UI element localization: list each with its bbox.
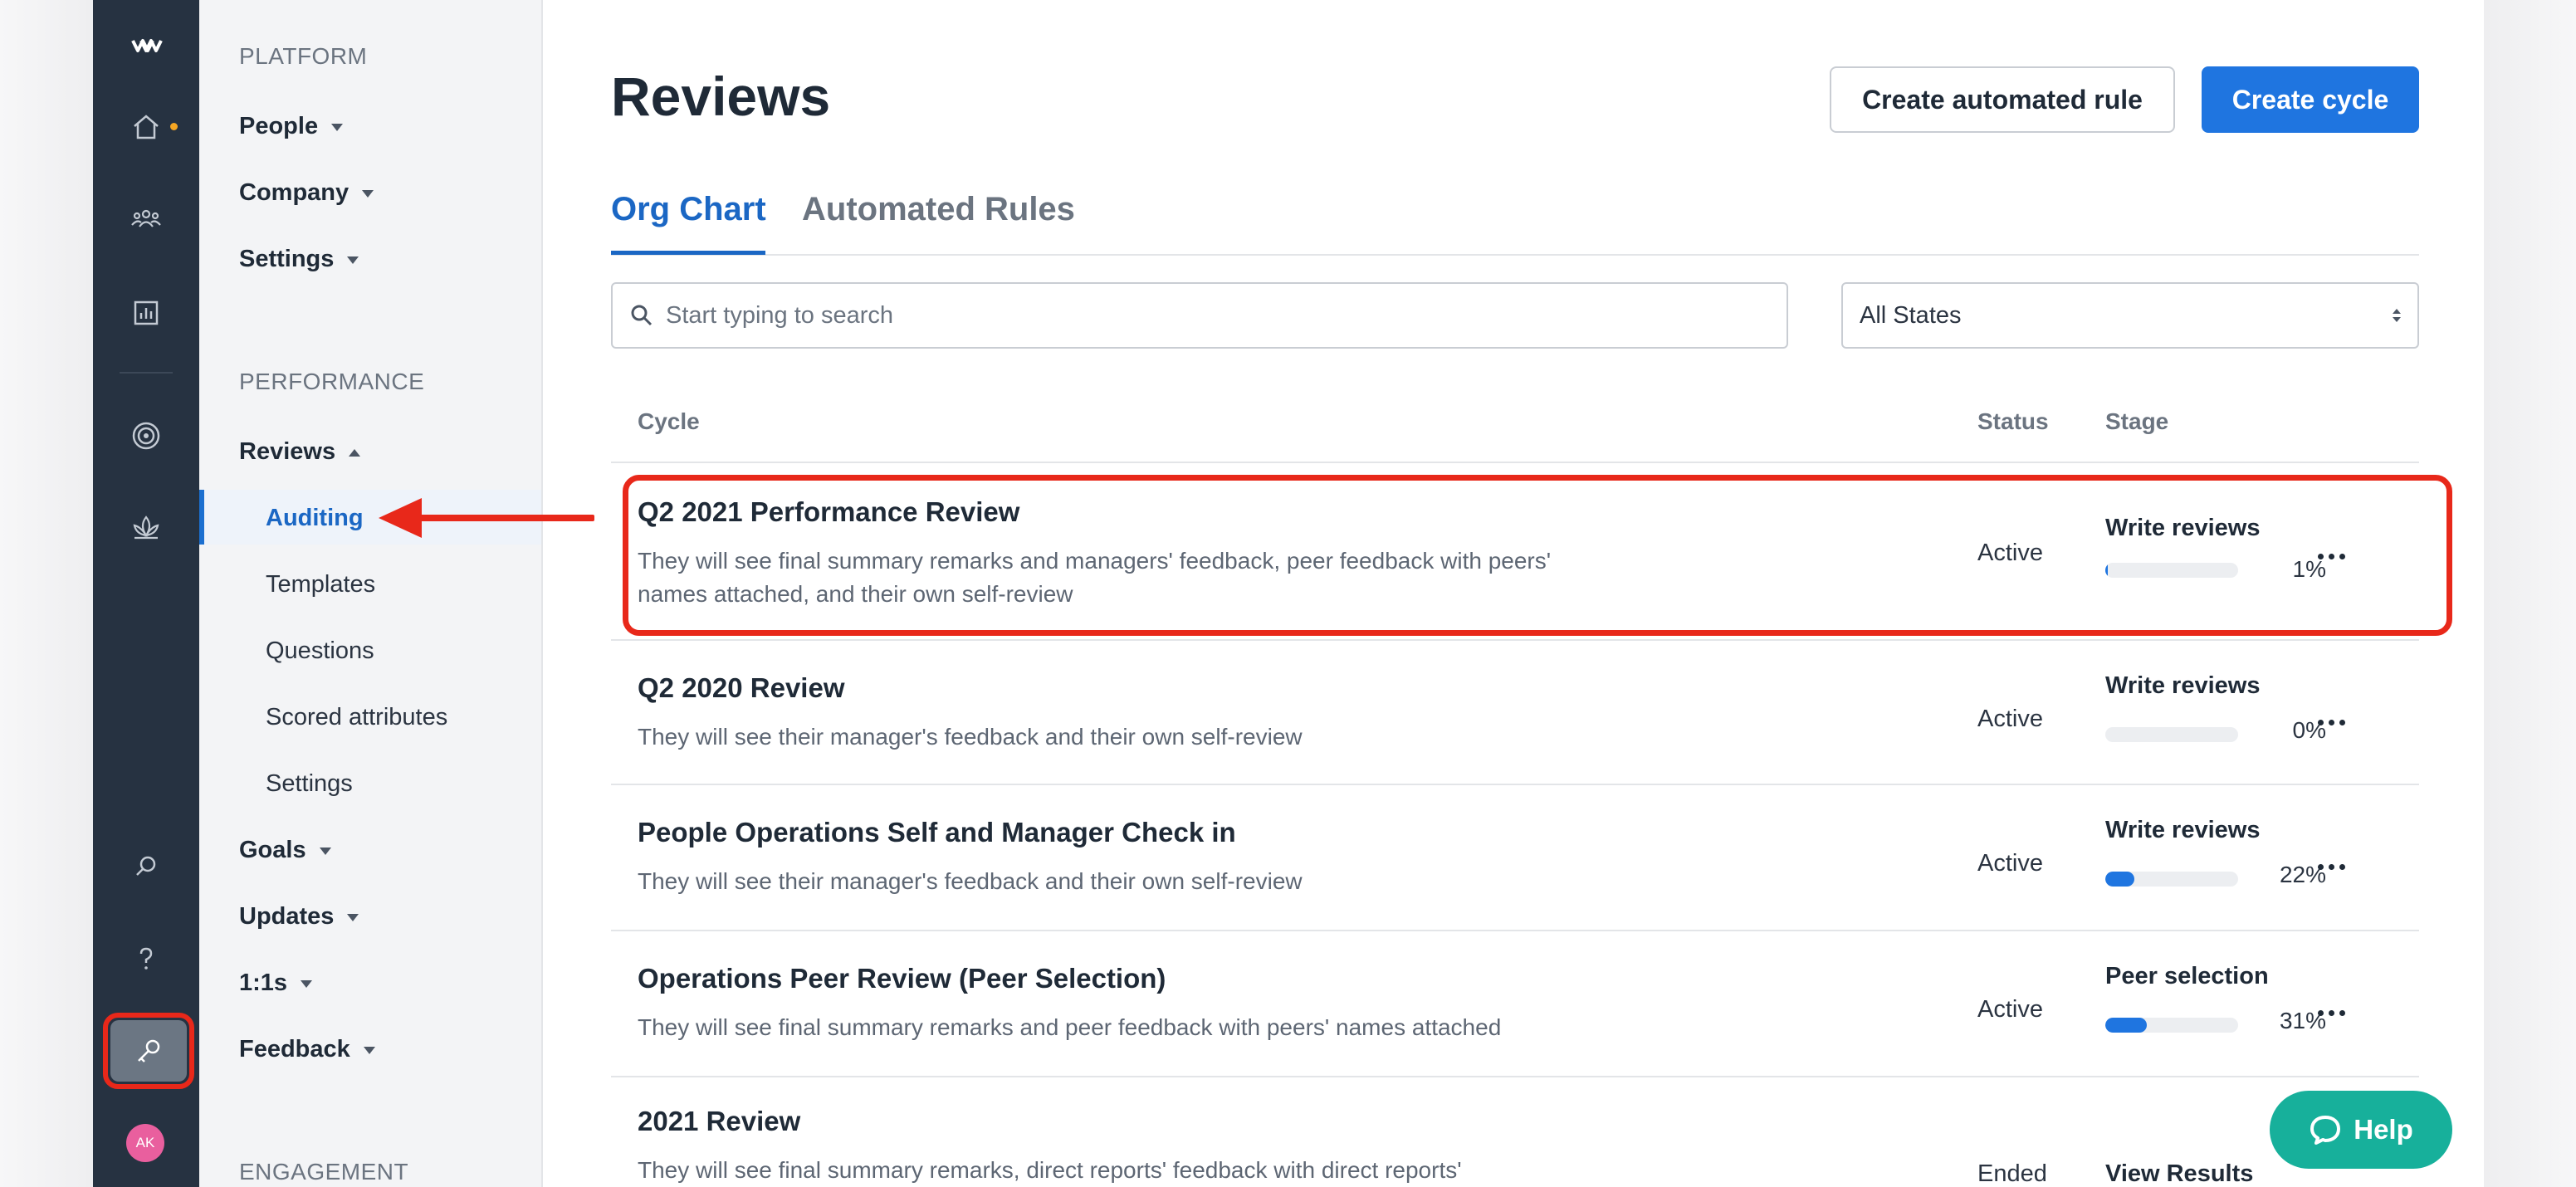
active-item-indicator [199, 490, 204, 545]
chevron-down-icon [363, 1047, 375, 1054]
progress-bar [2105, 872, 2238, 887]
tab-org-chart[interactable]: Org Chart [611, 191, 766, 228]
page-title: Reviews [611, 66, 831, 127]
nav-item-label: Updates [239, 903, 335, 930]
icon-rail [93, 0, 199, 1187]
right-gutter [2484, 0, 2576, 1187]
table-row[interactable]: 2021 Review They will see final summary … [611, 1077, 2419, 1187]
column-header-stage[interactable]: Stage [2105, 408, 2168, 435]
more-options-icon[interactable] [2308, 706, 2354, 739]
logo-icon[interactable] [93, 17, 199, 75]
cycle-description: They will see final summary remarks and … [638, 1014, 1502, 1040]
cycle-name[interactable]: People Operations Self and Manager Check… [638, 817, 1236, 848]
stage-label: Peer selection [2105, 963, 2269, 989]
help-label: Help [2354, 1114, 2413, 1145]
analytics-icon[interactable] [93, 284, 199, 342]
arrow-annotation-head [379, 498, 422, 538]
chevron-down-icon [301, 980, 313, 988]
home-icon[interactable] [93, 98, 199, 156]
row-highlight-annotation [623, 475, 2452, 636]
admin-highlight-annotation [103, 1013, 194, 1089]
table-row[interactable]: People Operations Self and Manager Check… [611, 785, 2419, 931]
nav-subitem-settings[interactable]: Settings [266, 770, 353, 798]
nav-item-label: Feedback [239, 1036, 350, 1062]
status-text: Active [1977, 850, 2043, 877]
create-cycle-button[interactable]: Create cycle [2202, 66, 2419, 133]
nav-item-feedback[interactable]: Feedback [239, 1036, 375, 1063]
progress-bar [2105, 727, 2238, 742]
chevron-down-icon [331, 124, 344, 131]
progress-fill [2105, 872, 2135, 887]
nav-item-label: Reviews [239, 438, 336, 465]
table-row[interactable]: Operations Peer Review (Peer Selection) … [611, 931, 2419, 1077]
column-header-status[interactable]: Status [1977, 408, 2049, 435]
column-header-cycle[interactable]: Cycle [638, 408, 700, 435]
section-platform: PLATFORM [239, 43, 368, 69]
nav-item-one-on-ones[interactable]: 1:1s [239, 970, 313, 997]
cycle-name[interactable]: Operations Peer Review (Peer Selection) [638, 963, 1166, 994]
nav-subitem-questions[interactable]: Questions [266, 637, 374, 665]
nav-subitem-templates[interactable]: Templates [266, 571, 375, 598]
chevron-down-icon [347, 914, 359, 921]
search-field[interactable] [611, 282, 1788, 349]
nav-item-updates[interactable]: Updates [239, 903, 359, 931]
stage-label: Write reviews [2105, 817, 2261, 843]
status-text: Active [1977, 706, 2043, 732]
state-filter-value: All States [1860, 301, 1962, 329]
chevron-down-icon [319, 848, 331, 855]
search-input[interactable] [666, 301, 1745, 330]
nav-item-reviews[interactable]: Reviews [239, 438, 361, 466]
nav-item-settings[interactable]: Settings [239, 246, 359, 273]
chevron-down-icon [362, 190, 374, 198]
section-engagement: ENGAGEMENT [239, 1159, 409, 1185]
chevron-up-icon [349, 449, 361, 457]
notification-dot [170, 123, 178, 130]
help-button[interactable]: Help [2270, 1091, 2452, 1169]
nav-item-label: Goals [239, 837, 306, 863]
status-text: Ended [1977, 1160, 2047, 1187]
cycle-name[interactable]: Q2 2020 Review [638, 672, 845, 704]
secondary-nav: PLATFORM People Company Settings PERFORM… [199, 0, 543, 1187]
left-gutter [0, 0, 93, 1187]
nav-item-label: 1:1s [239, 970, 288, 996]
cycle-description: They will see their manager's feedback a… [638, 724, 1303, 750]
cycle-name[interactable]: 2021 Review [638, 1106, 800, 1137]
view-results-link[interactable]: View Results [2105, 1160, 2253, 1187]
nav-item-label: People [239, 113, 319, 139]
rail-divider [120, 372, 173, 374]
cycle-description: They will see final summary remarks, dir… [638, 1157, 1462, 1183]
nav-item-goals[interactable]: Goals [239, 837, 331, 864]
nav-item-label: Settings [239, 246, 335, 272]
stage-label: Write reviews [2105, 672, 2261, 699]
tabs-divider [611, 254, 2419, 256]
nav-subitem-auditing[interactable]: Auditing [266, 505, 364, 532]
arrow-annotation-shaft [415, 515, 594, 521]
status-text: Active [1977, 996, 2043, 1023]
progress-fill [2105, 1018, 2147, 1033]
nav-item-company[interactable]: Company [239, 179, 374, 207]
nav-subitem-scored-attributes[interactable]: Scored attributes [266, 704, 447, 731]
active-tab-underline [611, 251, 765, 255]
more-options-icon[interactable] [2308, 996, 2354, 1029]
nav-item-people[interactable]: People [239, 113, 344, 140]
cycle-description: They will see their manager's feedback a… [638, 868, 1303, 894]
section-performance: PERFORMANCE [239, 369, 425, 394]
progress-bar [2105, 1018, 2238, 1033]
help-question-icon[interactable] [93, 930, 199, 988]
create-automated-rule-button[interactable]: Create automated rule [1830, 66, 2175, 133]
chevron-down-icon [347, 256, 359, 264]
search-icon [631, 305, 653, 326]
more-options-icon[interactable] [2308, 850, 2354, 883]
search-icon[interactable] [93, 837, 199, 895]
select-arrows-icon [2393, 309, 2401, 322]
nav-item-label: Company [239, 179, 349, 206]
target-icon[interactable] [93, 407, 199, 465]
avatar[interactable]: AK [126, 1124, 164, 1162]
lotus-icon[interactable] [93, 498, 199, 556]
table-row[interactable]: Q2 2020 Review They will see their manag… [611, 641, 2419, 785]
state-filter-select[interactable]: All States [1841, 282, 2419, 349]
people-icon[interactable] [93, 189, 199, 247]
tab-automated-rules[interactable]: Automated Rules [802, 191, 1075, 228]
chat-bubble-icon [2310, 1116, 2341, 1145]
